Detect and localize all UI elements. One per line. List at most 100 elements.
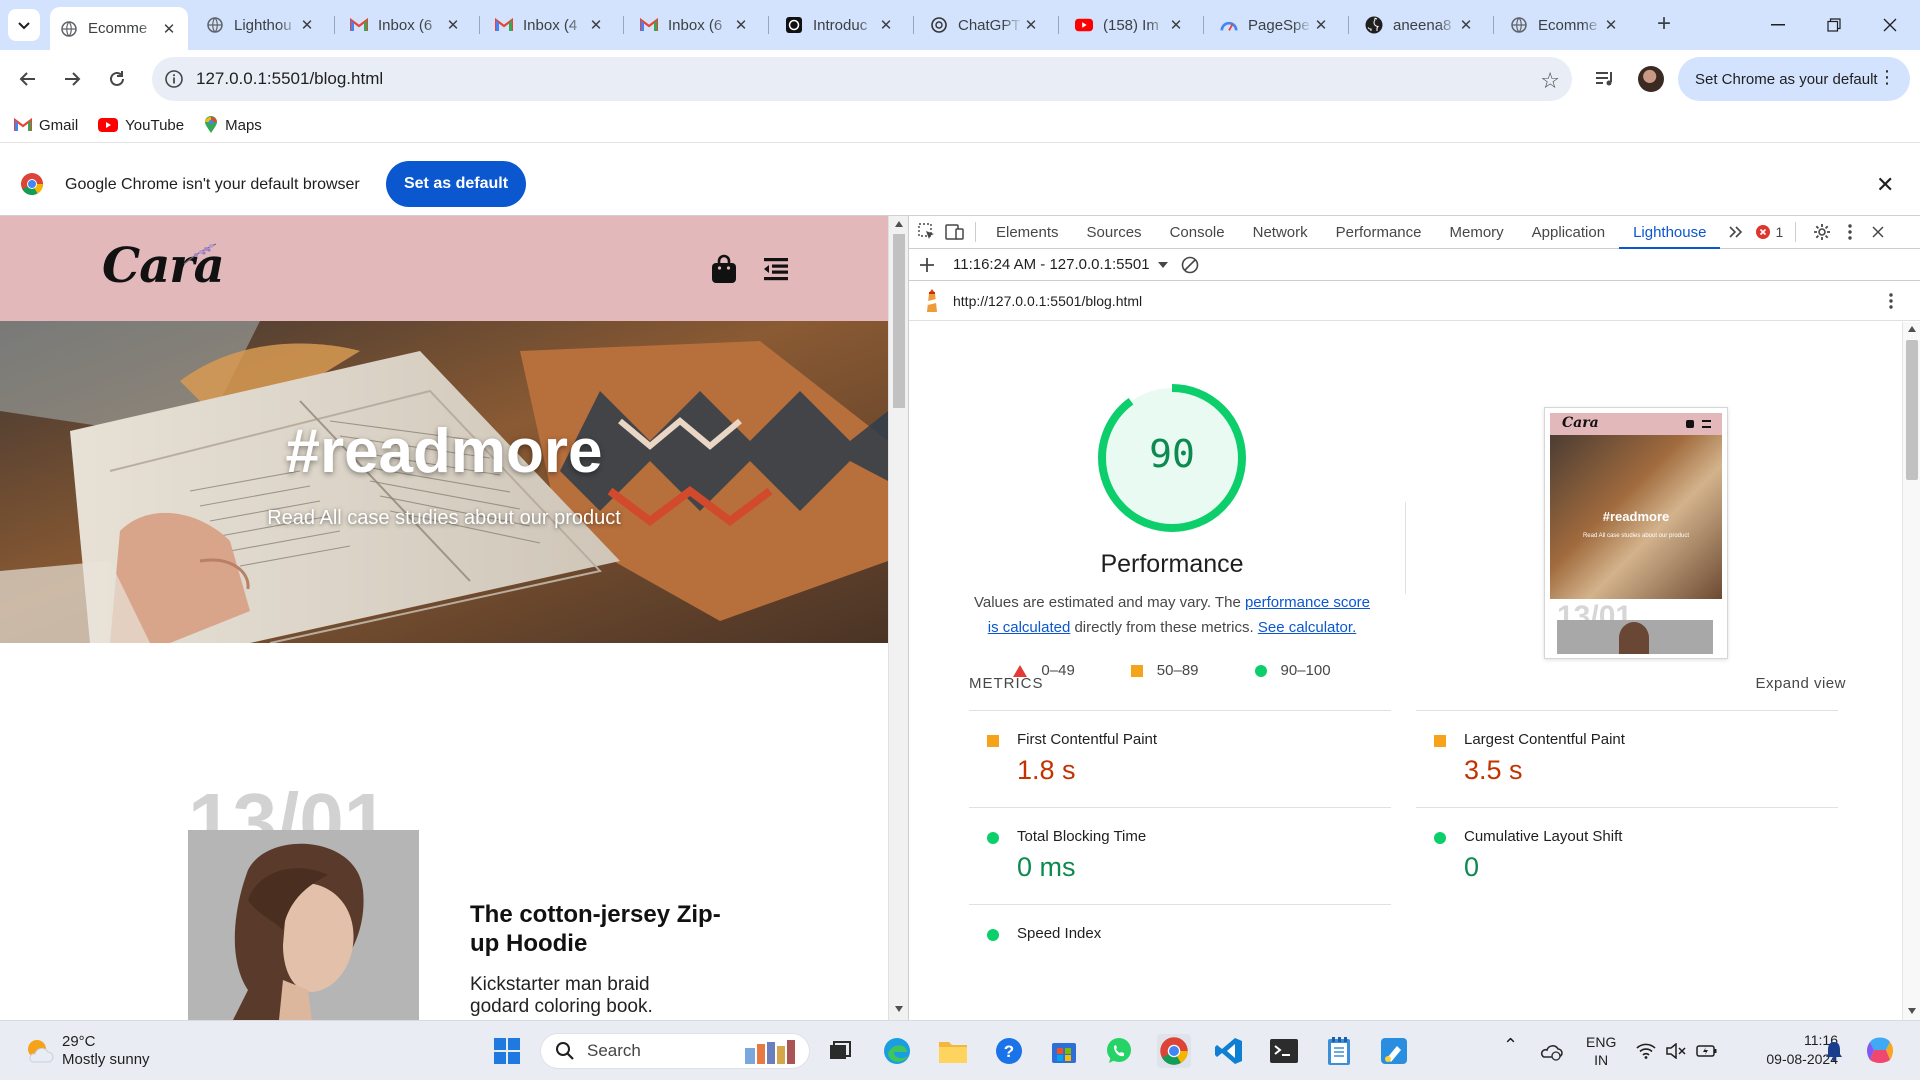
- weather-widget[interactable]: 29°C Mostly sunny: [24, 1033, 150, 1069]
- tab-network[interactable]: Network: [1239, 216, 1322, 249]
- battery-icon[interactable]: [1696, 1042, 1718, 1060]
- chrome-app[interactable]: [1157, 1034, 1191, 1068]
- scroll-up-icon[interactable]: [895, 221, 903, 227]
- tab[interactable]: Inbox (6 ✕: [630, 8, 760, 42]
- expand-view-toggle[interactable]: Expand view: [1755, 675, 1846, 692]
- close-tab-icon[interactable]: ✕: [1457, 16, 1475, 34]
- shopping-bag-icon[interactable]: [710, 254, 738, 284]
- back-button[interactable]: [11, 62, 45, 96]
- tab[interactable]: (158) Im ✕: [1065, 8, 1195, 42]
- file-explorer-app[interactable]: [936, 1034, 970, 1068]
- minimize-button[interactable]: [1748, 0, 1808, 50]
- tab[interactable]: Introduc ✕: [775, 8, 905, 42]
- url-input[interactable]: [196, 69, 1496, 89]
- page-scrollbar[interactable]: [888, 216, 908, 1020]
- tab[interactable]: Inbox (6 ✕: [340, 8, 472, 42]
- bookmark-youtube[interactable]: YouTube: [98, 117, 184, 134]
- close-tab-icon[interactable]: ✕: [1602, 16, 1620, 34]
- set-chrome-default-chip[interactable]: Set Chrome as your default ⋮: [1678, 57, 1910, 101]
- notepad-app[interactable]: [1322, 1034, 1356, 1068]
- tab-sources[interactable]: Sources: [1073, 216, 1156, 249]
- task-view-button[interactable]: [823, 1034, 857, 1068]
- tab[interactable]: ChatGPT ✕: [920, 8, 1050, 42]
- more-tabs-icon[interactable]: [1722, 216, 1750, 249]
- close-tab-icon[interactable]: ✕: [1167, 16, 1185, 34]
- close-infobar-icon[interactable]: ✕: [1876, 172, 1894, 198]
- tab-search-button[interactable]: [8, 9, 40, 41]
- inspect-element-icon[interactable]: [913, 216, 941, 249]
- taskbar-search[interactable]: Search: [540, 1033, 810, 1069]
- more-vert-icon[interactable]: [1836, 216, 1864, 249]
- vscode-app[interactable]: [1212, 1034, 1246, 1068]
- copilot-icon[interactable]: [1864, 1034, 1896, 1066]
- new-tab-button[interactable]: +: [1650, 10, 1678, 38]
- tab[interactable]: Lighthou ✕: [196, 8, 326, 42]
- close-tab-icon[interactable]: ✕: [1312, 16, 1330, 34]
- tab[interactable]: aneena8 ✕: [1355, 8, 1485, 42]
- tab[interactable]: PageSpe ✕: [1210, 8, 1340, 42]
- tab-application[interactable]: Application: [1518, 216, 1619, 249]
- blog-title[interactable]: The cotton-jersey Zip-up Hoodie: [470, 900, 730, 958]
- tab-active[interactable]: Ecomme ✕: [50, 7, 188, 50]
- whatsapp-app[interactable]: [1102, 1034, 1136, 1068]
- bookmark-star-icon[interactable]: ☆: [1540, 68, 1560, 94]
- close-tab-icon[interactable]: ✕: [160, 20, 178, 38]
- language-indicator[interactable]: ENG IN: [1586, 1033, 1616, 1069]
- address-bar[interactable]: ☆: [152, 57, 1572, 101]
- tab-lighthouse[interactable]: Lighthouse: [1619, 216, 1721, 249]
- device-toolbar-icon[interactable]: [941, 216, 969, 249]
- site-info-icon[interactable]: [152, 69, 196, 89]
- close-tab-icon[interactable]: ✕: [298, 16, 316, 34]
- menu-icon[interactable]: [762, 257, 788, 281]
- new-report-icon[interactable]: [913, 248, 941, 281]
- edge-app[interactable]: [880, 1034, 914, 1068]
- onedrive-tray-icon[interactable]: [1536, 1034, 1566, 1068]
- restore-button[interactable]: [1804, 0, 1864, 50]
- close-window-button[interactable]: [1860, 0, 1920, 50]
- bookmark-maps[interactable]: Maps: [204, 116, 262, 134]
- scrollbar-thumb[interactable]: [1906, 340, 1918, 480]
- wifi-icon[interactable]: [1636, 1043, 1656, 1059]
- close-tab-icon[interactable]: ✕: [1022, 16, 1040, 34]
- close-tab-icon[interactable]: ✕: [877, 16, 895, 34]
- tab-memory[interactable]: Memory: [1436, 216, 1518, 249]
- terminal-app[interactable]: [1267, 1034, 1301, 1068]
- site-logo[interactable]: Cara: [102, 238, 225, 294]
- report-selector[interactable]: 11:16:24 AM - 127.0.0.1:5501: [953, 256, 1168, 273]
- scroll-down-icon[interactable]: [1908, 1008, 1916, 1014]
- tab[interactable]: Ecomme ✕: [1500, 8, 1630, 42]
- error-counter[interactable]: 1: [1756, 224, 1783, 240]
- report-menu-icon[interactable]: [1889, 293, 1893, 309]
- tab-elements[interactable]: Elements: [982, 216, 1073, 249]
- bookmark-gmail[interactable]: Gmail: [14, 117, 78, 134]
- close-devtools-icon[interactable]: [1864, 216, 1892, 249]
- report-scrollbar[interactable]: [1902, 322, 1920, 1020]
- final-screenshot-thumbnail[interactable]: Cara #readmore Read All case studies abo…: [1544, 407, 1728, 659]
- show-hidden-icons[interactable]: ⌃: [1503, 1035, 1518, 1056]
- clear-reports-icon[interactable]: [1176, 248, 1204, 281]
- store-app[interactable]: [1047, 1034, 1081, 1068]
- scroll-up-icon[interactable]: [1908, 326, 1916, 332]
- see-calculator-link[interactable]: See calculator.: [1258, 619, 1356, 636]
- notification-bell-icon[interactable]: [1825, 1041, 1843, 1061]
- more-vert-icon[interactable]: ⋮: [1878, 68, 1896, 86]
- profile-avatar[interactable]: [1638, 66, 1664, 92]
- close-tab-icon[interactable]: ✕: [587, 16, 605, 34]
- report-url[interactable]: http://127.0.0.1:5501/blog.html: [953, 293, 1142, 309]
- settings-gear-icon[interactable]: [1808, 216, 1836, 249]
- scroll-down-icon[interactable]: [895, 1006, 903, 1012]
- tab-console[interactable]: Console: [1156, 216, 1239, 249]
- start-button[interactable]: [490, 1034, 524, 1068]
- reload-button[interactable]: [100, 62, 134, 96]
- close-tab-icon[interactable]: ✕: [444, 16, 462, 34]
- forward-button[interactable]: [55, 62, 89, 96]
- media-controls-icon[interactable]: [1590, 64, 1620, 94]
- close-tab-icon[interactable]: ✕: [732, 16, 750, 34]
- set-as-default-button[interactable]: Set as default: [386, 161, 526, 207]
- scrollbar-thumb[interactable]: [893, 234, 905, 408]
- help-app[interactable]: ?: [992, 1034, 1026, 1068]
- blog-image[interactable]: [188, 830, 419, 1020]
- paint-app[interactable]: [1377, 1034, 1411, 1068]
- tab-performance[interactable]: Performance: [1322, 216, 1436, 249]
- volume-muted-icon[interactable]: [1666, 1043, 1686, 1059]
